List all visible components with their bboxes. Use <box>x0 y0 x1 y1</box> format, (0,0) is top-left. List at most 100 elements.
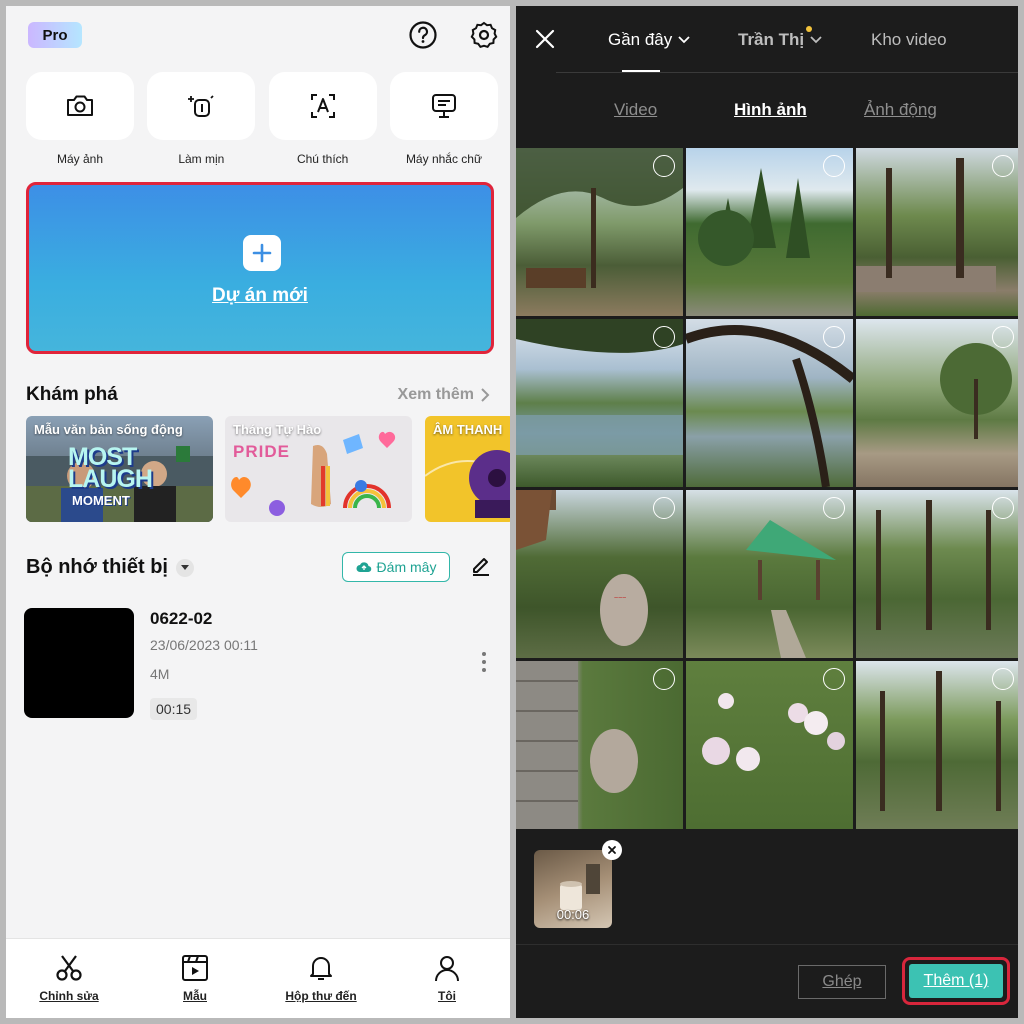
cloud-button-label: Đám mây <box>376 559 437 575</box>
remove-selected-icon[interactable] <box>602 840 622 860</box>
tool-retouch[interactable]: Làm mịn <box>147 72 256 166</box>
new-project-button[interactable]: Dự án mới <box>26 182 494 354</box>
select-circle[interactable] <box>992 668 1014 690</box>
card-art-line: LAUGH <box>68 465 153 493</box>
select-circle[interactable] <box>653 497 675 519</box>
tab-video-library[interactable]: Kho video <box>871 30 947 50</box>
cloud-button[interactable]: Đám mây <box>342 552 450 582</box>
card-title: Tháng Tự Hào <box>233 422 322 437</box>
photo-thumbnail[interactable] <box>516 148 683 316</box>
divider <box>556 72 1018 73</box>
cloud-upload-icon <box>356 562 371 573</box>
explore-card[interactable]: Mẫu văn bản sống động MOST LAUGH MOMENT <box>26 416 213 522</box>
project-duration: 00:15 <box>150 698 198 720</box>
tool-label: Máy nhắc chữ <box>405 152 483 166</box>
pro-badge[interactable]: Pro <box>28 22 82 48</box>
tab-edit[interactable]: Chỉnh sửa <box>6 939 132 1018</box>
select-circle[interactable] <box>653 668 675 690</box>
tool-camera[interactable]: Máy ảnh <box>26 72 134 166</box>
edit-pencil-icon[interactable] <box>470 554 492 576</box>
tool-label: Máy ảnh <box>56 152 104 166</box>
tab-inbox[interactable]: Hộp thư đến <box>258 939 384 1018</box>
selected-thumbnail[interactable]: 00:06 <box>534 850 612 928</box>
select-circle[interactable] <box>992 155 1014 177</box>
device-storage-title[interactable]: Bộ nhớ thiết bị <box>26 556 194 579</box>
photo-thumbnail[interactable]: ~~~ <box>516 490 683 658</box>
photo-thumbnail[interactable] <box>856 148 1018 316</box>
quick-tools: Máy ảnh Làm mịn Chú thích Máy nhắc chữ <box>26 72 498 166</box>
camera-icon <box>67 95 93 116</box>
photo-thumbnail[interactable] <box>856 490 1018 658</box>
teleprompter-icon <box>431 94 456 118</box>
source-tabs: Gần đây Trần Thị Kho video <box>516 26 1018 70</box>
explore-cards: Mẫu văn bản sống động MOST LAUGH MOMENT <box>26 416 510 524</box>
project-name: 0622-02 <box>150 609 213 628</box>
tab-templates[interactable]: Mẫu <box>132 939 258 1018</box>
select-circle[interactable] <box>653 155 675 177</box>
template-icon <box>182 955 208 981</box>
explore-card[interactable]: ÂM THANH <box>425 416 510 522</box>
profile-icon <box>435 956 459 982</box>
photo-thumbnail[interactable] <box>686 490 853 658</box>
card-art-line: MOMENT <box>72 493 130 508</box>
scissors-icon <box>56 955 82 981</box>
card-title: Mẫu văn bản sống động <box>34 422 183 437</box>
chevron-down-icon <box>678 36 690 44</box>
chevron-right-icon <box>481 388 490 402</box>
settings-gear-icon[interactable] <box>469 20 499 50</box>
chevron-down-icon <box>810 36 822 44</box>
add-button[interactable]: Thêm (1) <box>909 964 1003 998</box>
tool-label: Chú thích <box>296 152 349 166</box>
photo-thumbnail[interactable] <box>686 661 853 829</box>
card-art-text: MOST LAUGH <box>68 445 153 493</box>
select-circle[interactable] <box>823 497 845 519</box>
photo-thumbnail[interactable] <box>686 319 853 487</box>
retouch-icon <box>188 95 214 117</box>
add-button-highlight: Thêm (1) <box>902 957 1010 1005</box>
tab-label: Gần đây <box>608 30 673 49</box>
tab-album[interactable]: Trần Thị <box>738 30 822 50</box>
photo-thumbnail[interactable] <box>516 661 683 829</box>
see-more-link[interactable]: Xem thêm <box>398 386 490 404</box>
svg-text:~~~: ~~~ <box>614 595 626 602</box>
new-project-label: Dự án mới <box>212 285 308 306</box>
select-circle[interactable] <box>823 155 845 177</box>
help-icon[interactable] <box>408 20 438 50</box>
tool-label: Làm mịn <box>178 152 225 166</box>
project-thumbnail[interactable] <box>24 608 134 718</box>
explore-card[interactable]: Tháng Tự Hào PRIDE <box>225 416 412 522</box>
subtab-video[interactable]: Video <box>614 100 657 120</box>
more-options-icon[interactable] <box>480 650 488 674</box>
picker-actions: Ghép Thêm (1) <box>516 944 1018 1018</box>
caption-icon <box>310 94 335 118</box>
device-storage-label: Bộ nhớ thiết bị <box>26 556 168 578</box>
select-circle[interactable] <box>653 326 675 348</box>
card-title: ÂM THANH <box>433 422 503 437</box>
tab-label: Trần Thị <box>738 30 805 49</box>
select-circle[interactable] <box>823 668 845 690</box>
subtab-gifs[interactable]: Ảnh động <box>864 100 937 120</box>
tool-teleprompter[interactable]: Máy nhắc chữ <box>389 72 498 166</box>
subtab-photos[interactable]: Hình ảnh <box>734 100 807 120</box>
tab-recent[interactable]: Gần đây <box>608 30 690 50</box>
media-picker: Gần đây Trần Thị Kho video Video Hình ản… <box>516 6 1018 1018</box>
photo-grid: ~~~ <box>516 148 1018 831</box>
project-date: 23/06/2023 00:11 <box>150 637 258 653</box>
tool-caption[interactable]: Chú thích <box>268 72 377 166</box>
select-circle[interactable] <box>992 326 1014 348</box>
photo-thumbnail[interactable] <box>516 319 683 487</box>
photo-thumbnail[interactable] <box>856 319 1018 487</box>
tab-me[interactable]: Tôi <box>384 939 510 1018</box>
bottom-tab-bar: Chỉnh sửa Mẫu Hộp thư đến Tôi <box>6 938 510 1018</box>
card-art-text: PRIDE <box>233 442 290 461</box>
merge-button[interactable]: Ghép <box>798 965 886 999</box>
tab-label: Kho video <box>871 30 947 49</box>
explore-title: Khám phá <box>26 384 118 405</box>
select-circle[interactable] <box>992 497 1014 519</box>
plus-icon <box>243 235 281 271</box>
select-circle[interactable] <box>823 326 845 348</box>
see-more-label: Xem thêm <box>397 386 474 403</box>
photo-thumbnail[interactable] <box>686 148 853 316</box>
selected-items-tray: 00:06 <box>516 832 1018 944</box>
photo-thumbnail[interactable] <box>856 661 1018 829</box>
